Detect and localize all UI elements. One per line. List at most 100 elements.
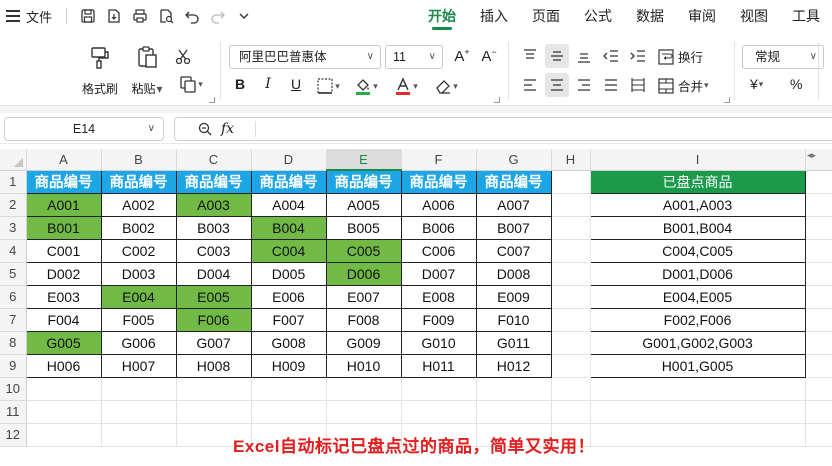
- cell-d8[interactable]: G008: [250, 330, 327, 355]
- cut-icon[interactable]: [171, 45, 195, 69]
- cell-a4[interactable]: C001: [25, 238, 102, 263]
- cell-a3[interactable]: B001: [25, 215, 102, 240]
- percent-button[interactable]: %: [790, 76, 802, 92]
- cell-d3[interactable]: B004: [250, 215, 327, 240]
- empty-cell[interactable]: [176, 377, 252, 401]
- empty-cell[interactable]: [551, 308, 591, 332]
- empty-cell[interactable]: [805, 262, 832, 286]
- empty-cell[interactable]: [251, 400, 327, 424]
- tab-review[interactable]: 审阅: [676, 0, 728, 32]
- cell-a6[interactable]: E003: [25, 284, 102, 309]
- align-center-icon[interactable]: [545, 73, 569, 97]
- cell-c3[interactable]: B003: [175, 215, 252, 240]
- cell-f6[interactable]: E008: [400, 284, 477, 309]
- column-header-b[interactable]: B: [101, 149, 177, 171]
- split-handle-icon[interactable]: ◂▸: [807, 150, 816, 161]
- row-header[interactable]: 4: [0, 239, 27, 263]
- align-middle-icon[interactable]: [545, 44, 569, 68]
- cell-g2[interactable]: A007: [475, 192, 552, 217]
- tab-view[interactable]: 视图: [728, 0, 780, 32]
- align-left-icon[interactable]: [518, 73, 542, 97]
- empty-cell[interactable]: [805, 354, 832, 378]
- empty-cell[interactable]: [476, 377, 552, 401]
- column-header-c[interactable]: C: [176, 149, 252, 171]
- row-header[interactable]: 3: [0, 216, 27, 240]
- header-cell[interactable]: 商品编号: [325, 169, 402, 194]
- cell-d2[interactable]: A004: [250, 192, 327, 217]
- clipboard-expand-icon[interactable]: [209, 97, 215, 103]
- cell-d7[interactable]: F007: [250, 307, 327, 332]
- cell-f7[interactable]: F009: [400, 307, 477, 332]
- empty-cell[interactable]: [476, 400, 552, 424]
- summary-cell[interactable]: A001,A003: [589, 192, 806, 217]
- row-header[interactable]: 8: [0, 331, 27, 355]
- cell-c2[interactable]: A003: [175, 192, 252, 217]
- increase-font-icon[interactable]: A+: [450, 47, 474, 65]
- cell-e6[interactable]: E007: [325, 284, 402, 309]
- empty-cell[interactable]: [101, 400, 177, 424]
- empty-cell[interactable]: [590, 377, 806, 401]
- empty-cell[interactable]: [551, 354, 591, 378]
- alignment-expand-icon[interactable]: [724, 97, 730, 103]
- row-header[interactable]: 10: [0, 377, 27, 401]
- empty-cell[interactable]: [551, 400, 591, 424]
- align-right-icon[interactable]: [572, 73, 596, 97]
- summary-cell[interactable]: E004,E005: [589, 284, 806, 309]
- empty-cell[interactable]: [805, 239, 832, 263]
- save-icon[interactable]: [75, 5, 101, 27]
- header-cell[interactable]: 商品编号: [175, 169, 252, 194]
- empty-cell[interactable]: [805, 377, 832, 401]
- summary-header-cell[interactable]: 已盘点商品: [589, 169, 806, 194]
- print-preview-icon[interactable]: [153, 5, 179, 27]
- number-format-select[interactable]: 常规 ∨: [742, 45, 824, 69]
- empty-cell[interactable]: [551, 239, 591, 263]
- font-color-button[interactable]: ▾: [388, 74, 424, 98]
- select-all-corner[interactable]: [0, 149, 27, 171]
- empty-cell[interactable]: [551, 285, 591, 309]
- decrease-font-icon[interactable]: A−: [477, 47, 501, 65]
- cell-b2[interactable]: A002: [100, 192, 177, 217]
- menu-icon[interactable]: [6, 10, 20, 22]
- cell-f2[interactable]: A006: [400, 192, 477, 217]
- empty-cell[interactable]: [590, 400, 806, 424]
- cell-e7[interactable]: F008: [325, 307, 402, 332]
- empty-cell[interactable]: [805, 216, 832, 240]
- underline-button[interactable]: U: [284, 76, 308, 92]
- cell-a2[interactable]: A001: [25, 192, 102, 217]
- file-menu[interactable]: 文件: [26, 7, 52, 26]
- empty-cell[interactable]: [551, 170, 591, 194]
- summary-cell[interactable]: B001,B004: [589, 215, 806, 240]
- cell-g9[interactable]: H012: [475, 353, 552, 378]
- empty-cell[interactable]: [805, 285, 832, 309]
- cell-b9[interactable]: H007: [100, 353, 177, 378]
- bold-button[interactable]: B: [228, 76, 252, 92]
- font-expand-icon[interactable]: [494, 97, 500, 103]
- justify-icon[interactable]: [599, 73, 623, 97]
- header-cell[interactable]: 商品编号: [250, 169, 327, 194]
- export-pdf-icon[interactable]: [101, 5, 127, 27]
- formula-input-area[interactable]: fx: [174, 117, 832, 141]
- column-header-e[interactable]: E: [326, 149, 402, 171]
- cell-d9[interactable]: H009: [250, 353, 327, 378]
- empty-cell[interactable]: [26, 377, 102, 401]
- cell-f9[interactable]: H011: [400, 353, 477, 378]
- summary-cell[interactable]: F002,F006: [589, 307, 806, 332]
- cell-b6[interactable]: E004: [100, 284, 177, 309]
- cell-c8[interactable]: G007: [175, 330, 252, 355]
- tab-insert[interactable]: 插入: [468, 0, 520, 32]
- header-cell[interactable]: 商品编号: [475, 169, 552, 194]
- font-size-select[interactable]: 11 ∨: [385, 45, 443, 69]
- cell-f3[interactable]: B006: [400, 215, 477, 240]
- header-cell[interactable]: 商品编号: [400, 169, 477, 194]
- tab-page[interactable]: 页面: [520, 0, 572, 32]
- cell-a8[interactable]: G005: [25, 330, 102, 355]
- zoom-icon[interactable]: [197, 121, 213, 137]
- border-button[interactable]: ▾: [310, 74, 346, 98]
- summary-cell[interactable]: H001,G005: [589, 353, 806, 378]
- summary-cell[interactable]: C004,C005: [589, 238, 806, 263]
- row-header[interactable]: 5: [0, 262, 27, 286]
- empty-cell[interactable]: [805, 193, 832, 217]
- cell-e4[interactable]: C005: [325, 238, 402, 263]
- fill-color-button[interactable]: ▾: [348, 74, 384, 98]
- undo-icon[interactable]: [179, 5, 205, 27]
